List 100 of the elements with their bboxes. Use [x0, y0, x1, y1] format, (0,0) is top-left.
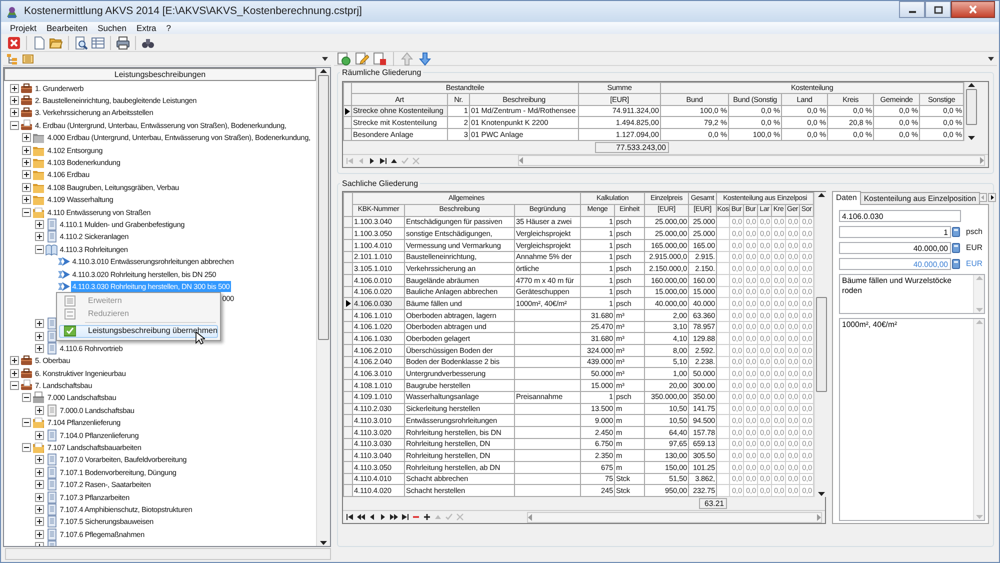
menu-item[interactable]: Projekt — [5, 22, 42, 34]
collapse-icon[interactable] — [22, 443, 32, 452]
document-icon — [44, 218, 58, 231]
folder-icon — [32, 156, 46, 170]
edit-record-icon[interactable] — [390, 156, 398, 165]
menu-item[interactable]: ? — [161, 22, 176, 34]
expand-icon[interactable] — [34, 406, 44, 415]
scroll-up-icon[interactable] — [320, 69, 327, 73]
document-icon — [44, 330, 58, 343]
minimize-button[interactable] — [899, 1, 925, 18]
expand-icon[interactable] — [22, 133, 32, 142]
menu-item[interactable]: Extra — [131, 22, 162, 34]
scroll-thumb[interactable] — [318, 75, 329, 340]
expand-icon[interactable] — [34, 319, 44, 328]
edit-icon[interactable] — [355, 52, 369, 66]
app-icon — [5, 4, 19, 18]
calculator-icon[interactable] — [952, 227, 960, 238]
scroll-up-icon[interactable] — [818, 193, 826, 198]
briefcase-icon — [20, 82, 33, 95]
scroll-right-button[interactable] — [988, 193, 996, 202]
dropdown-icon[interactable] — [322, 56, 328, 60]
collapse-icon[interactable] — [10, 381, 19, 390]
next-record-icon[interactable] — [379, 513, 387, 522]
row-indicator[interactable] — [344, 105, 352, 117]
expand-icon[interactable] — [34, 220, 44, 229]
document-icon — [44, 466, 58, 479]
scroll-thumb[interactable] — [966, 88, 978, 125]
collapse-icon[interactable] — [22, 208, 32, 217]
group-title: Räumliche Gliederung — [340, 68, 424, 78]
document-icon — [44, 478, 58, 492]
scroll-left-icon[interactable] — [528, 514, 532, 521]
collapse-icon[interactable] — [34, 244, 44, 254]
expand-icon[interactable] — [34, 480, 44, 490]
expand-icon[interactable] — [34, 232, 44, 242]
row-indicator[interactable] — [344, 298, 352, 310]
scroll-right-icon[interactable] — [980, 157, 984, 164]
expand-icon[interactable] — [34, 517, 44, 526]
scroll-left-icon[interactable] — [519, 157, 523, 164]
maximize-icon[interactable] — [934, 6, 942, 14]
expand-icon[interactable] — [22, 195, 32, 204]
expand-icon[interactable] — [10, 368, 19, 378]
last-record-icon[interactable] — [401, 513, 409, 522]
expand-icon[interactable] — [34, 504, 44, 514]
expand-icon[interactable] — [22, 170, 32, 180]
expand-icon[interactable] — [34, 530, 44, 539]
menu-item[interactable]: Leistungsbeschreibung übernehmen — [59, 325, 218, 338]
menu-item[interactable]: Suchen — [92, 22, 132, 34]
first-record-icon[interactable] — [346, 513, 354, 522]
collapse-icon[interactable] — [22, 418, 32, 428]
tree-view-icon[interactable] — [6, 52, 18, 64]
delete-icon[interactable] — [373, 52, 387, 66]
previous-record-icon[interactable] — [368, 513, 376, 522]
expand-icon[interactable] — [10, 84, 19, 93]
expand-icon[interactable] — [34, 344, 44, 353]
expand-icon[interactable] — [10, 96, 19, 106]
last-record-icon[interactable] — [379, 156, 387, 165]
expand-icon[interactable] — [34, 332, 44, 340]
collapse-icon[interactable] — [10, 120, 19, 130]
calculator-icon[interactable] — [952, 259, 960, 270]
expand-icon[interactable] — [22, 146, 32, 155]
maximize-button[interactable] — [925, 1, 951, 18]
calculator-icon[interactable] — [952, 243, 960, 254]
add-record-icon[interactable] — [423, 513, 431, 522]
scroll-thumb[interactable] — [816, 297, 828, 392]
scrollbar[interactable] — [316, 68, 330, 546]
table-icon[interactable] — [91, 36, 105, 50]
expand-icon[interactable] — [10, 108, 19, 118]
list-view-icon[interactable] — [22, 52, 34, 64]
collapse-icon[interactable] — [22, 393, 32, 402]
scrollbar[interactable] — [964, 82, 978, 141]
down-arrow-icon[interactable] — [418, 52, 432, 66]
document-icon — [44, 317, 58, 330]
expand-icon[interactable] — [22, 158, 32, 168]
previous-page-icon[interactable] — [357, 513, 365, 522]
expand-icon[interactable] — [22, 182, 32, 192]
add-icon[interactable] — [337, 52, 351, 66]
expand-icon[interactable] — [34, 468, 44, 477]
arrow-icon — [57, 280, 70, 293]
document-icon — [44, 502, 58, 516]
next-record-icon[interactable] — [368, 156, 376, 165]
preview-icon[interactable] — [74, 36, 88, 50]
expand-icon[interactable] — [10, 356, 19, 366]
checkmark-icon — [64, 325, 76, 338]
close-button[interactable] — [951, 1, 995, 18]
expand-icon[interactable] — [34, 492, 44, 502]
printer-icon[interactable] — [116, 36, 130, 50]
scrollbar[interactable] — [527, 512, 822, 523]
expand-icon[interactable] — [34, 430, 44, 440]
next-page-icon[interactable] — [390, 513, 398, 522]
menu-item[interactable]: Bearbeiten — [41, 22, 93, 34]
open-folder-icon[interactable] — [49, 36, 63, 50]
scroll-down-icon[interactable] — [320, 541, 327, 545]
dropdown-icon[interactable] — [988, 56, 994, 60]
close-icon[interactable] — [7, 36, 21, 50]
scroll-right-icon[interactable] — [817, 514, 821, 521]
document-icon — [44, 342, 58, 355]
expand-icon[interactable] — [34, 455, 44, 464]
document-icon — [44, 453, 58, 466]
scrollbar[interactable] — [518, 155, 985, 166]
close-icon[interactable] — [968, 5, 978, 14]
